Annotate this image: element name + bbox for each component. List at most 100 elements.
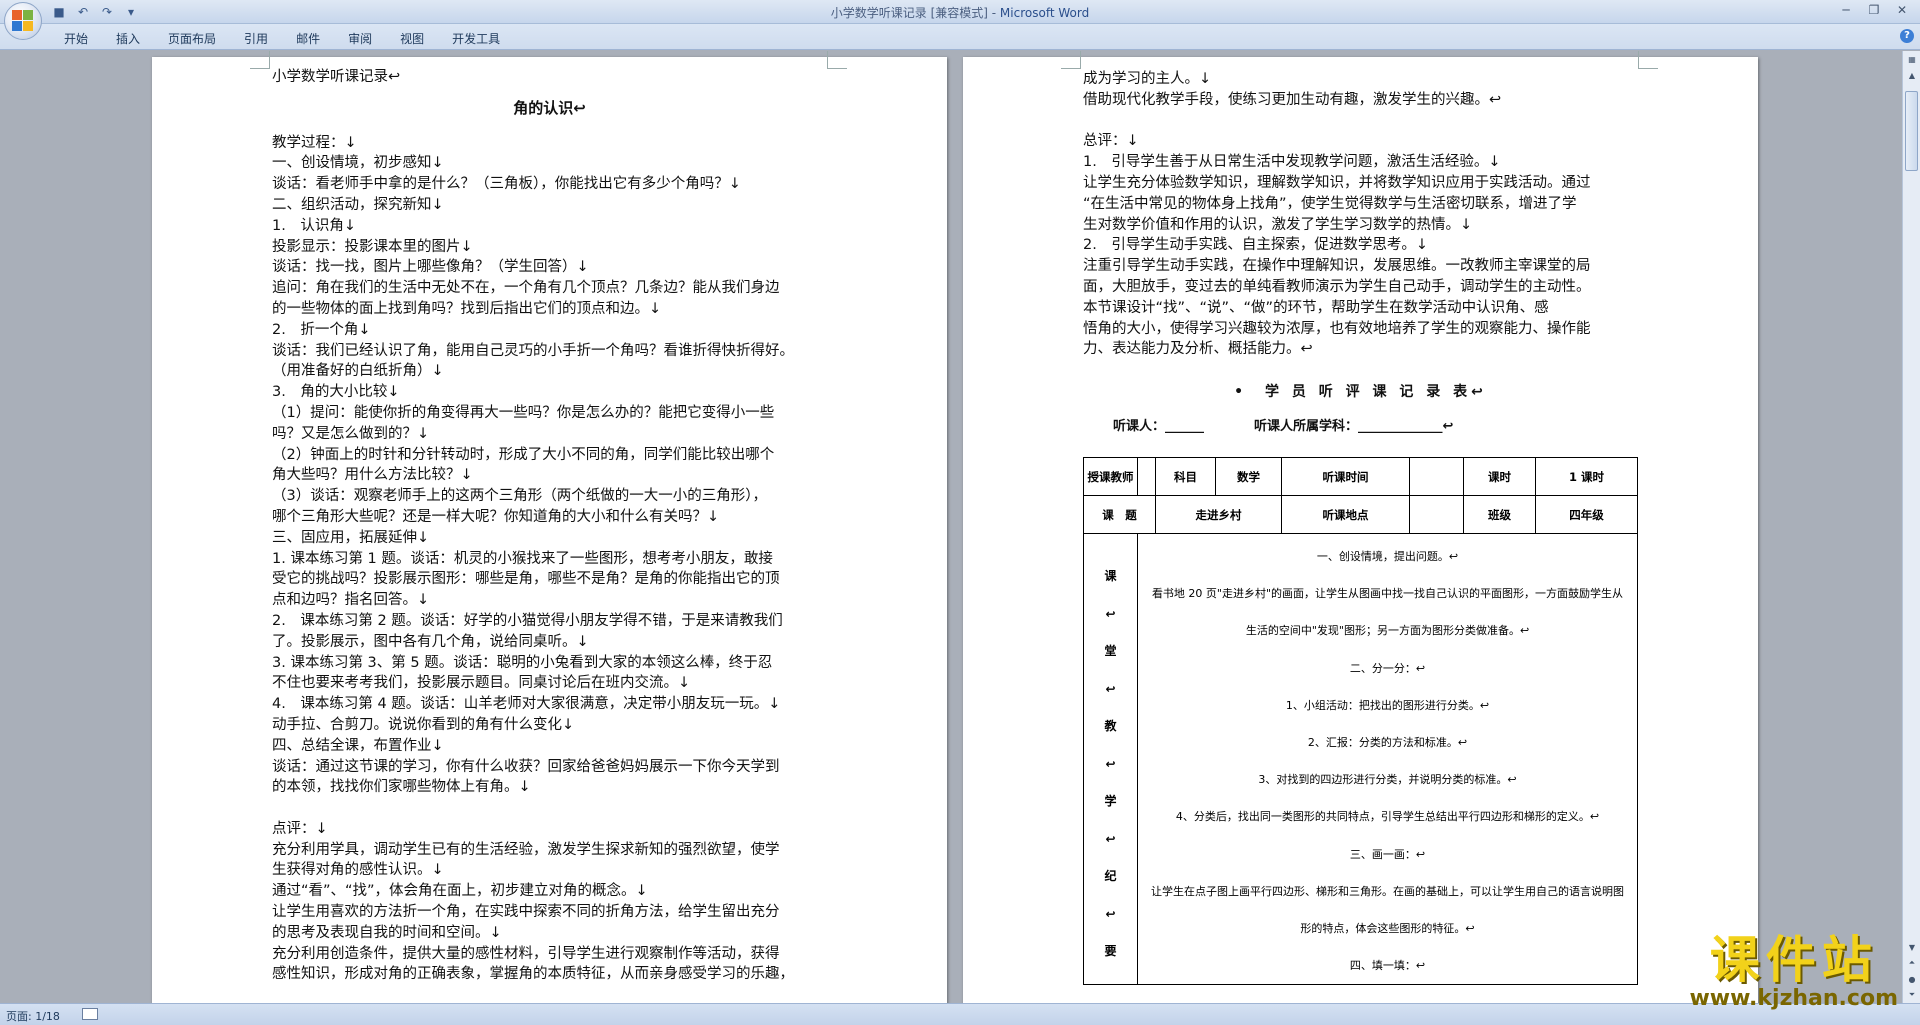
- table-cell: 授课教师: [1083, 457, 1138, 496]
- text-line: 不住也要来考考我们，投影展示题目。同桌讨论后在班内交流。↓: [272, 675, 691, 692]
- text-line: 投影显示：投影课本里的图片↓: [272, 238, 473, 255]
- text-line: 生活的空间中"发现"图形；另一方面为图形分类做准备。↩: [1245, 624, 1530, 638]
- vertical-scrollbar[interactable]: ▦ ▲ ▼ ⏶ ● ⏷: [1902, 51, 1920, 1003]
- text-line: 通过“看”、“找”，体会角在面上，初步建立对角的概念。↓: [272, 883, 648, 900]
- crop-mark: [1638, 51, 1658, 69]
- tab-developer[interactable]: 开发工具: [438, 28, 514, 49]
- watermark-logo: 课件站 www.kjzhan.com: [1689, 933, 1898, 1011]
- table-cell: 数学: [1215, 457, 1282, 496]
- text-line: [1083, 111, 1638, 132]
- listener-subject-field: 听课人所属学科：_____________↩: [1254, 418, 1454, 434]
- text-line: 生获得对角的感性认识。↓: [272, 862, 444, 879]
- text-line: （用准备好的白纸折角）↓: [272, 363, 444, 380]
- side-label-char: 教: [1104, 719, 1117, 733]
- side-label-cell: 课 ↩ 堂 ↩ 教 ↩ 学 ↩ 纪 ↩ 要: [1083, 532, 1138, 986]
- page2-body: 成为学习的主人。↓ 借助现代化教学手段，使练习更加生动有趣，激发学生的兴趣。↩ 总评…: [1083, 69, 1638, 360]
- prev-page-icon[interactable]: ⏶: [1903, 955, 1920, 971]
- watermark-text: 课件站: [1709, 931, 1878, 989]
- text-line: 一、创设情境，初步感知↓: [272, 155, 444, 172]
- teaching-content-cell: 一、创设情境，提出问题。↩ 看书地 20 页"走进乡村"的画面，让学生从图画中找一…: [1137, 532, 1638, 986]
- table-cell: [1409, 495, 1464, 534]
- scroll-down-icon[interactable]: ▼: [1903, 939, 1920, 955]
- tab-review[interactable]: 审阅: [334, 28, 386, 49]
- listener-field: 听课人：______: [1113, 418, 1205, 434]
- text-line: 悟角的大小，使得学习兴趣较为浓厚，也有效地培养了学生的观察能力、操作能: [1083, 320, 1591, 337]
- ribbon-tabs: 开始 插入 页面布局 引用 邮件 审阅 视图 开发工具: [50, 28, 514, 49]
- crop-mark: [827, 51, 847, 69]
- text-line: 2、汇报：分类的方法和标准。↩: [1307, 736, 1468, 750]
- text-line: 受它的挑战吗？投影展示图形：哪些是角，哪些不是角？是角的你能指出它的顶: [272, 571, 780, 588]
- text-line: 4、分类后，找出同一类图形的共同特点，引导学生总结出平行四边形和梯形的定义。↩: [1175, 810, 1600, 824]
- scrollbar-thumb[interactable]: [1905, 91, 1918, 171]
- text-line: （1）提问：能使你折的角变得再大一些吗？你是怎么办的？能把它变得小一些: [272, 404, 775, 421]
- proofing-icon[interactable]: [82, 1008, 98, 1020]
- document-page-2[interactable]: 成为学习的主人。↓ 借助现代化教学手段，使练习更加生动有趣，激发学生的兴趣。↩ 总评…: [963, 51, 1758, 1003]
- text-line: 角大些吗？用什么方法比较？↓: [272, 467, 473, 484]
- side-label-char: ↩: [1105, 831, 1116, 846]
- text-line: 面，大胆放手，变过去的单纯看教师演示为学生自己动手，调动学生的主动性。: [1083, 278, 1591, 295]
- tab-home[interactable]: 开始: [50, 28, 102, 49]
- text-line: 让学生充分体验数学知识，理解数学知识，并将数学知识应用于实践活动。通过: [1083, 174, 1591, 191]
- window-title: 小学数学听课记录 [兼容模式] - Microsoft Word: [830, 6, 1090, 20]
- tab-references[interactable]: 引用: [230, 28, 282, 49]
- text-line: 追问：角在我们的生活中无处不在，一个角有几个顶点？几条边？能从我们身边: [272, 280, 780, 297]
- next-page-icon[interactable]: ⏷: [1903, 987, 1920, 1003]
- text-line: 教学过程：↓: [272, 134, 357, 151]
- restore-icon[interactable]: ❐: [1860, 0, 1888, 20]
- crop-mark: [1061, 51, 1081, 69]
- tab-insert[interactable]: 插入: [102, 28, 154, 49]
- text-line: 四、总结全课，布置作业↓: [272, 737, 444, 754]
- table-cell: [1409, 457, 1464, 496]
- text-line: 充分利用学具，调动学生已有的生活经验，激发学生探求新知的强烈欲望，使学: [272, 841, 780, 858]
- document-area: 小学数学听课记录↩ 角的认识↩ 教学过程：↓ 一、创设情境，初步感知↓ 谈话：看老师…: [0, 51, 1902, 1003]
- ribbon: 开始 插入 页面布局 引用 邮件 审阅 视图 开发工具 ?: [0, 24, 1920, 50]
- text-line: 2. 引导学生动手实践、自主探索，促进数学思考。↓: [1083, 237, 1428, 254]
- text-line: 点和边吗？指名回答。↓: [272, 592, 430, 609]
- doc-header: 小学数学听课记录↩: [272, 69, 401, 85]
- side-label-char: 纪: [1104, 869, 1117, 883]
- record-table: 授课教师 科目 数学 听课时间 课时 1 课时 课 题 走进乡村 听课地点 班级…: [1083, 457, 1638, 986]
- tab-mailings[interactable]: 邮件: [282, 28, 334, 49]
- status-bar: 页面: 1/18: [0, 1003, 1920, 1025]
- close-icon[interactable]: ✕: [1888, 0, 1916, 20]
- text-line: （2）钟面上的时针和分针转动时，形成了大小不同的角，同学们能比较出哪个: [272, 446, 775, 463]
- office-button[interactable]: [4, 2, 42, 40]
- text-line: 生对数学价值和作用的认识，激发了学生学习数学的热情。↓: [1083, 216, 1473, 233]
- minimize-icon[interactable]: ─: [1832, 0, 1860, 20]
- side-label-char: 要: [1104, 944, 1117, 958]
- table-cell: 课时: [1463, 457, 1536, 496]
- text-line: 借助现代化教学手段，使练习更加生动有趣，激发学生的兴趣。↩: [1083, 91, 1502, 108]
- text-line: 一、创设情境，提出问题。↩: [1316, 550, 1459, 563]
- text-line: 总评：↓: [1083, 133, 1139, 150]
- table-cell: 四年级: [1535, 495, 1638, 534]
- table-cell: 听课地点: [1281, 495, 1410, 534]
- tab-page-layout[interactable]: 页面布局: [154, 28, 230, 49]
- help-icon[interactable]: ?: [1900, 29, 1914, 43]
- text-line: 的一些物体的面上找到角吗？找到后指出它们的顶点和边。↓: [272, 300, 662, 317]
- title-bar: ■ ↶ ↷ ▾ 小学数学听课记录 [兼容模式] - Microsoft Word…: [0, 0, 1920, 24]
- table-cell: 1 课时: [1535, 457, 1638, 496]
- page-count[interactable]: 页面: 1/18: [6, 1008, 60, 1024]
- tab-view[interactable]: 视图: [386, 28, 438, 49]
- text-line: 三、画一画：↩: [1349, 847, 1426, 861]
- text-line: 1、小组活动：把找出的图形进行分类。↩: [1285, 698, 1490, 712]
- table-cell: 听课时间: [1281, 457, 1410, 496]
- select-browse-object-icon[interactable]: ●: [1903, 971, 1920, 987]
- table-row: 课 ↩ 堂 ↩ 教 ↩ 学 ↩ 纪 ↩ 要 一、创设情境，提出问题。↩ 看书地 20 页"走进乡村"的…: [1083, 532, 1638, 986]
- ruler-toggle-icon[interactable]: ▦: [1903, 51, 1920, 67]
- text-line: 注重引导学生动手实践，在操作中理解知识，发展思维。一改教师主宰课堂的局: [1083, 258, 1591, 275]
- text-line: 3、对找到的四边形进行分类，并说明分类的标准。↩: [1258, 773, 1517, 787]
- text-line: 1. 认识角↓: [272, 217, 356, 234]
- text-line: 4. 课本练习第 4 题。谈话：山羊老师对大家很满意，决定带小朋友玩一玩。↓: [272, 696, 781, 713]
- watermark-url: www.kjzhan.com: [1689, 986, 1898, 1011]
- text-line: 的本领，找找你们家哪些物体上有角。↓: [272, 779, 531, 796]
- text-line: 谈话：通过这节课的学习，你有什么收获？回家给爸爸妈妈展示一下你今天学到: [272, 758, 780, 775]
- form-title: • 学 员 听 评 课 记 录 表↩: [1234, 384, 1487, 401]
- table-cell: 科目: [1155, 457, 1216, 496]
- doc-title: 角的认识↩: [513, 98, 586, 117]
- document-page-1[interactable]: 小学数学听课记录↩ 角的认识↩ 教学过程：↓ 一、创设情境，初步感知↓ 谈话：看老师…: [152, 51, 947, 1003]
- text-line: 1. 课本练习第 1 题。谈话：机灵的小猴找来了一些图形，想考考小朋友，敢接: [272, 550, 773, 567]
- scroll-up-icon[interactable]: ▲: [1903, 67, 1920, 83]
- text-line: 看书地 20 页"走进乡村"的画面，让学生从图画中找一找自己认识的平面图形，一方…: [1151, 587, 1624, 601]
- text-line: 谈话：我们已经认识了角，能用自己灵巧的小手折一个角吗？看谁折得快折得好。: [272, 342, 794, 359]
